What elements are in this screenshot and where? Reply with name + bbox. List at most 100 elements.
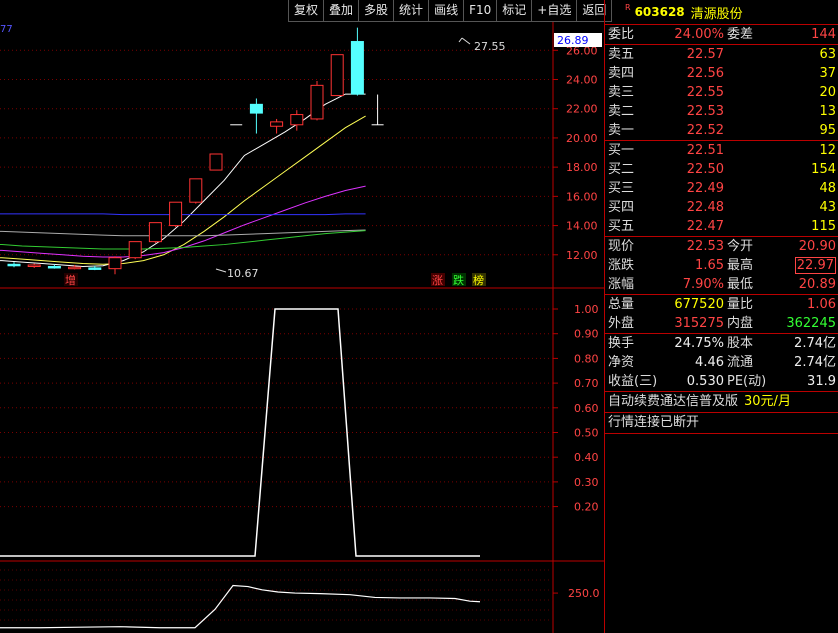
sell-label: 卖四	[608, 66, 635, 81]
open-value: 20.90	[798, 239, 836, 254]
current-price-marker: 26.89	[554, 33, 602, 47]
net-asset-value: 4.46	[695, 355, 724, 370]
pe-label: PE(动)	[727, 374, 767, 389]
sell-row: 卖四 22.56 37	[605, 64, 838, 83]
current-price-text: 26.89	[557, 34, 589, 47]
buy-volume: 154	[811, 162, 836, 177]
buy-volume: 12	[819, 143, 836, 158]
buy-row: 买二 22.50 154	[605, 160, 838, 179]
open-label: 今开	[727, 239, 754, 254]
subscription-ad[interactable]: 自动续费通达信普及版 30元/月	[605, 392, 838, 413]
buy-row: 买五 22.47 115	[605, 217, 838, 236]
indicator2-grid	[0, 569, 553, 621]
high-value: 22.97	[767, 256, 838, 275]
f10-button[interactable]: F10	[464, 0, 498, 22]
buy-label: 买二	[608, 162, 635, 177]
low-marker: 10.67	[215, 267, 259, 280]
sell-label: 卖三	[608, 85, 635, 100]
buy-label: 买三	[608, 181, 635, 196]
change-label: 涨跌	[608, 258, 635, 273]
buy-row: 买四 22.48 43	[605, 198, 838, 217]
sell-price: 22.53	[686, 104, 724, 119]
low-label: 10.67	[227, 267, 259, 280]
sell-volume: 37	[819, 66, 836, 81]
finance-row: 换手 24.75% 股本 2.74亿	[605, 334, 838, 353]
ad-text: 自动续费通达信普及版	[608, 394, 739, 409]
kline-tick-label: 18.00	[566, 161, 598, 174]
pe-value: 31.9	[807, 374, 836, 389]
moving-average-line	[0, 115, 366, 265]
overlay-button[interactable]: 叠加	[324, 0, 360, 22]
finance-row: 净资 4.46 流通 2.74亿	[605, 353, 838, 372]
sell-volume: 20	[819, 85, 836, 100]
indicator1-tick-label: 0.80	[574, 352, 599, 365]
volume-ratio-value: 1.06	[807, 297, 836, 312]
restore-rights-button[interactable]: 复权	[288, 0, 325, 22]
kline-tick-label: 20.00	[566, 132, 598, 145]
quote-row: 涨幅 7.90% 最低 20.89	[605, 275, 838, 294]
draw-line-button[interactable]: 画线	[429, 0, 465, 22]
kline-grid	[0, 49, 553, 256]
indicator2-tick-label: 250.0	[568, 587, 600, 600]
sell-label: 卖五	[608, 47, 635, 62]
margin-marker: R	[625, 2, 631, 12]
volume-row: 外盘 315275 内盘 362245	[605, 314, 838, 333]
quote-row: 现价 22.53 今开 20.90	[605, 237, 838, 256]
tag-die[interactable]: 跌	[452, 273, 466, 287]
candle-body	[209, 153, 223, 171]
buy-label: 买四	[608, 200, 635, 215]
sell-row: 卖一 22.52 95	[605, 121, 838, 140]
weibi-row: 委比 24.00% 委差 144	[605, 25, 838, 45]
candle-body	[108, 257, 122, 270]
indicator1-tick-label: 0.20	[574, 501, 599, 514]
indicator1-axis: 1.00 0.90 0.80 0.70 0.60 0.50 0.40 0.30 0.20	[553, 303, 599, 514]
buy-price: 22.51	[686, 143, 724, 158]
kline-tick-label: 16.00	[566, 190, 598, 203]
high-label: 27.55	[474, 40, 506, 53]
buy-row: 买三 22.49 48	[605, 179, 838, 198]
stock-header[interactable]: R 603628 清源股份	[605, 0, 838, 25]
finance-row: 收益(三) 0.530 PE(动) 31.9	[605, 372, 838, 391]
sell-volume: 13	[819, 104, 836, 119]
candle-body	[249, 103, 263, 114]
float-shares-label: 流通	[727, 355, 754, 370]
change-value: 1.65	[695, 258, 724, 273]
indicator1-tick-label: 0.60	[574, 402, 599, 415]
buy-label: 买五	[608, 219, 635, 234]
low-label: 最低	[727, 277, 754, 292]
high-marker: 27.55	[458, 37, 506, 53]
moving-average-lines	[0, 93, 366, 267]
inner-volume-label: 内盘	[727, 316, 754, 331]
ad-price: 30元/月	[744, 394, 791, 409]
tag-zhang[interactable]: 涨	[431, 273, 445, 287]
tag-zeng[interactable]: 增	[64, 273, 78, 287]
multi-stock-button[interactable]: 多股	[359, 0, 395, 22]
candle-body	[169, 201, 183, 227]
chart-area[interactable]: 77 26.0024.0022.0020.0018.0016.0014.0012…	[0, 22, 604, 633]
chart-corner-label: 77	[0, 24, 13, 35]
buy-row: 买一 22.51 12	[605, 141, 838, 160]
weibi-label: 委比	[608, 27, 635, 42]
kline-tick-label: 22.00	[566, 103, 598, 116]
kline-tick-label: 24.00	[566, 74, 598, 87]
buy-price: 22.49	[686, 181, 724, 196]
candle-body	[7, 263, 21, 267]
connection-status: 行情连接已断开	[605, 413, 838, 434]
sell-label: 卖一	[608, 123, 635, 138]
svg-text:榜: 榜	[473, 273, 484, 287]
eps-label: 收益(三)	[608, 374, 658, 389]
mark-button[interactable]: 标记	[497, 0, 533, 22]
indicator1-tick-label: 0.70	[574, 377, 599, 390]
candle-body	[189, 178, 203, 203]
candle-body	[88, 267, 102, 270]
share-capital-label: 股本	[727, 336, 754, 351]
statistics-button[interactable]: 统计	[394, 0, 430, 22]
tag-bang[interactable]: 榜	[472, 273, 486, 287]
indicator1-tick-label: 0.50	[574, 427, 599, 440]
indicator2-line	[0, 584, 481, 629]
indicator2-axis: 250.0	[553, 587, 600, 600]
add-favorite-button[interactable]: +自选	[532, 0, 578, 22]
candle-body	[270, 121, 284, 127]
change-pct-value: 7.90%	[682, 277, 724, 292]
sell-orders: 卖五 22.57 63 卖四 22.56 37 卖三 22.55 20 卖二 2…	[605, 45, 838, 141]
